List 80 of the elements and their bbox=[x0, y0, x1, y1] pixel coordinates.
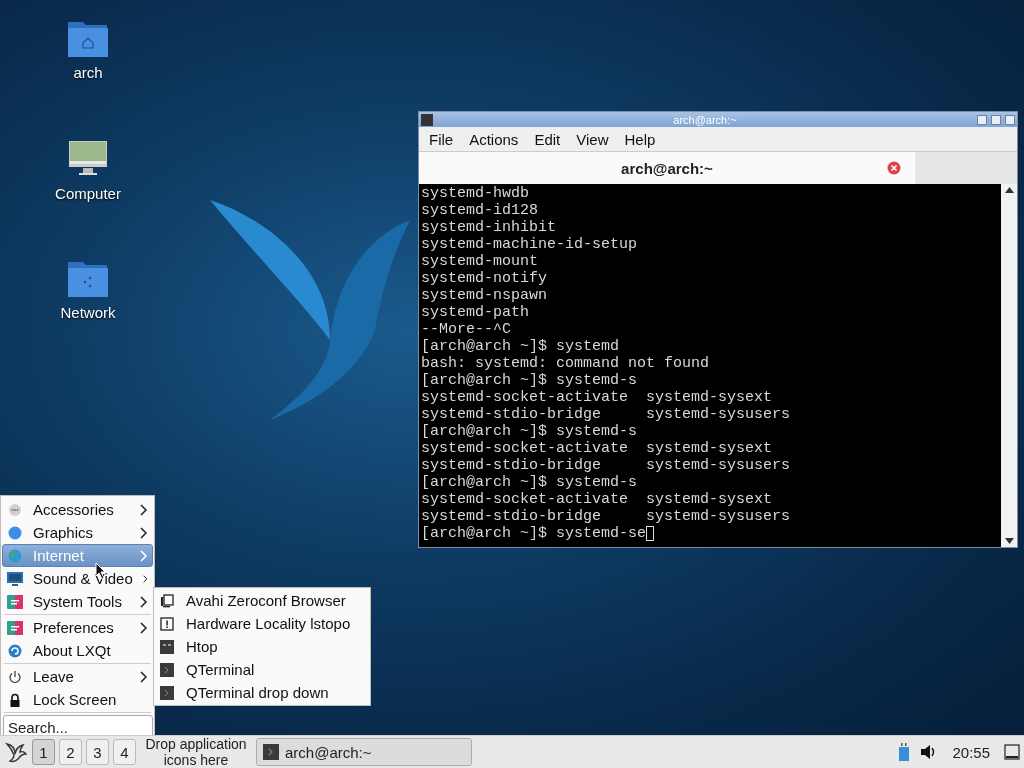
network-folder-icon bbox=[67, 260, 109, 298]
menu-item[interactable]: Htop bbox=[154, 635, 370, 658]
desktop-switch-button[interactable]: 4 bbox=[113, 739, 136, 765]
terminal-line: bash: systemd: command not found bbox=[421, 355, 710, 372]
terminal-line: systemd-inhibit bbox=[421, 219, 557, 236]
scrollbar[interactable] bbox=[1001, 184, 1017, 547]
menu-item[interactable]: Accessories bbox=[2, 498, 153, 521]
terminal-line: systemd-stdio-bridge systemd-sysusers bbox=[421, 406, 791, 423]
menu-item[interactable]: Actions bbox=[461, 130, 527, 148]
menu-item[interactable]: View bbox=[568, 130, 617, 148]
terminal-line: systemd-socket-activate systemd-sysext bbox=[421, 389, 773, 406]
warning-icon bbox=[160, 616, 174, 631]
menu-item[interactable]: Avahi Zeroconf Browser bbox=[154, 589, 370, 612]
terminal-line: systemd-socket-activate systemd-sysext bbox=[421, 491, 773, 508]
desktop-switch-button[interactable]: 2 bbox=[59, 739, 82, 765]
terminal-line: systemd-id128 bbox=[421, 202, 539, 219]
terminal-icon bbox=[421, 113, 433, 126]
power-icon bbox=[8, 669, 22, 684]
menu-item[interactable]: Hardware Locality lstopo bbox=[154, 612, 370, 635]
terminal-line: systemd-stdio-bridge systemd-sysusers bbox=[421, 457, 791, 474]
terminal-line: systemd-path bbox=[421, 304, 530, 321]
terminal-line: systemd-notify bbox=[421, 270, 548, 287]
bird-icon[interactable] bbox=[4, 740, 28, 764]
desktop-icon-label[interactable]: Network bbox=[60, 304, 116, 321]
terminal-line: systemd-socket-activate systemd-sysext bbox=[421, 440, 773, 457]
terminal-icon bbox=[160, 662, 174, 677]
terminal-line: [arch@arch ~]$ systemd-s bbox=[421, 372, 638, 389]
close-button[interactable] bbox=[1005, 114, 1015, 125]
toolbox-icon bbox=[7, 594, 23, 609]
terminal-tab[interactable]: arch@arch:~ bbox=[419, 152, 915, 184]
terminal-line: systemd-mount bbox=[421, 253, 539, 270]
scroll-up-icon[interactable] bbox=[1004, 187, 1014, 193]
terminal-line: [arch@arch ~]$ systemd-s bbox=[421, 474, 638, 491]
menu-item[interactable]: System Tools bbox=[2, 590, 153, 613]
settings-icon bbox=[7, 620, 23, 635]
menu-item[interactable]: QTerminal drop down bbox=[154, 681, 370, 704]
terminal-line: systemd-hwdb bbox=[421, 185, 530, 202]
menu-item[interactable]: Help bbox=[616, 130, 664, 148]
globe-icon bbox=[8, 548, 22, 563]
terminal-icon bbox=[160, 685, 174, 700]
taskbar-task-button[interactable]: arch@arch:~ bbox=[256, 738, 472, 766]
terminal-line: systemd-nspawn bbox=[421, 287, 548, 304]
desktop-switch-button[interactable]: 3 bbox=[86, 739, 109, 765]
sphere-icon bbox=[8, 525, 22, 540]
battery-icon[interactable] bbox=[898, 743, 911, 761]
maximize-button[interactable] bbox=[991, 114, 1001, 125]
minimize-button[interactable] bbox=[977, 114, 987, 125]
terminal-icon bbox=[263, 744, 279, 760]
monitor-grid-icon bbox=[160, 639, 174, 654]
menu-item[interactable]: Lock Screen bbox=[2, 688, 153, 711]
network-device-icon bbox=[160, 593, 174, 608]
cursor-icon bbox=[646, 526, 655, 541]
menu-item[interactable]: About LXQt bbox=[2, 639, 153, 662]
dots-icon bbox=[8, 502, 22, 517]
menu-item[interactable]: Leave bbox=[2, 665, 153, 688]
window-title: arch@arch:~ bbox=[672, 113, 738, 126]
terminal-line: [arch@arch ~]$ systemd-se bbox=[421, 525, 647, 542]
menu-item[interactable]: Preferences bbox=[2, 616, 153, 639]
desktop-icon-label[interactable]: Computer bbox=[55, 185, 121, 202]
clock[interactable]: 20:55 bbox=[948, 743, 994, 761]
search-field[interactable]: Search... bbox=[3, 715, 153, 735]
monitor-icon bbox=[7, 571, 23, 586]
terminal-line: [arch@arch ~]$ systemd bbox=[421, 338, 620, 355]
desktop-icon-label[interactable]: arch bbox=[73, 64, 103, 81]
desktop-switch-button[interactable]: 1 bbox=[32, 739, 55, 765]
menu-item[interactable]: Graphics bbox=[2, 521, 153, 544]
menu-item[interactable]: QTerminal bbox=[154, 658, 370, 681]
close-icon[interactable] bbox=[887, 161, 901, 175]
terminal-line: systemd-machine-id-setup bbox=[421, 236, 638, 253]
scroll-down-icon[interactable] bbox=[1004, 538, 1014, 544]
swirl-icon bbox=[8, 643, 22, 658]
terminal-line: systemd-stdio-bridge systemd-sysusers bbox=[421, 508, 791, 525]
home-folder-icon bbox=[67, 20, 109, 58]
terminal-line: --More--^C bbox=[421, 321, 511, 338]
lock-icon bbox=[8, 692, 22, 707]
menu-item[interactable]: File bbox=[421, 130, 462, 148]
quicklaunch-hint: Drop application icons here bbox=[144, 736, 248, 768]
menu-item[interactable]: Edit bbox=[526, 130, 569, 148]
terminal-line: [arch@arch ~]$ systemd-s bbox=[421, 423, 638, 440]
show-desktop-icon[interactable] bbox=[1004, 744, 1020, 760]
